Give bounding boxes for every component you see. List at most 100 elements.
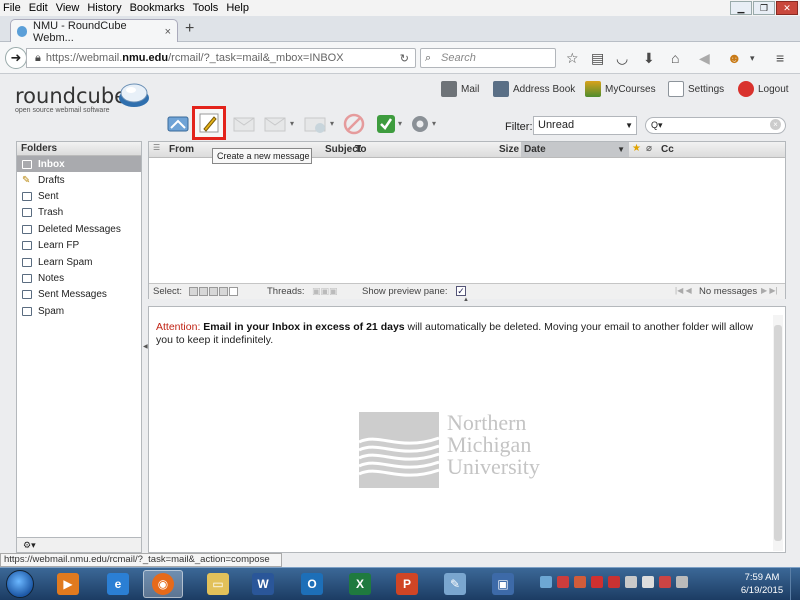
clear-search-icon[interactable]: × <box>770 119 781 130</box>
pane-resize-handle[interactable]: ▲ <box>463 297 469 303</box>
select-all-icon[interactable] <box>189 286 198 296</box>
menu-tools[interactable]: Tools <box>193 2 219 14</box>
menu-history[interactable]: History <box>87 2 121 14</box>
hamburger-menu-icon[interactable]: ≡ <box>776 50 784 66</box>
more-gear-icon[interactable] <box>408 112 432 136</box>
page-first-prev-icon[interactable]: |◀ ◀ <box>675 286 692 295</box>
check-mail-icon[interactable] <box>166 112 190 136</box>
close-window-icon[interactable]: ✕ <box>776 1 798 15</box>
folder-trash[interactable]: Trash <box>17 205 141 221</box>
taskbar-virtualbox[interactable]: ▣ <box>483 570 523 598</box>
bookmark-star-icon[interactable]: ☆ <box>566 50 579 66</box>
column-date[interactable]: Date ▼ <box>521 142 629 157</box>
folder-notes[interactable]: Notes <box>17 270 141 286</box>
restore-icon[interactable]: ❐ <box>753 1 775 15</box>
tray-volume-icon[interactable] <box>659 576 671 588</box>
reply-all-icon[interactable] <box>263 112 287 136</box>
reload-icon[interactable]: ↻ <box>400 52 409 65</box>
back-arrow-icon[interactable]: ➜ <box>5 47 27 69</box>
new-tab-icon[interactable]: + <box>185 20 194 38</box>
taskbar-excel[interactable]: X <box>340 570 380 598</box>
addon-icon[interactable]: ☻ <box>727 50 742 66</box>
tray-alert-icon[interactable] <box>591 576 603 588</box>
minimize-icon[interactable]: ▁ <box>730 1 752 15</box>
taskbar-firefox[interactable]: ◉ <box>143 570 183 598</box>
pocket-icon[interactable]: ◡ <box>616 50 628 66</box>
menu-view[interactable]: View <box>56 2 80 14</box>
thread-buttons-icon[interactable]: ▣▣▣ <box>312 286 338 297</box>
folder-drafts[interactable]: ✎ Drafts <box>17 172 141 188</box>
folder-inbox[interactable]: Inbox <box>17 156 141 172</box>
menu-help[interactable]: Help <box>226 2 249 14</box>
nav-address-book[interactable]: Address Book <box>493 81 575 97</box>
taskbar-explorer[interactable]: ▭ <box>198 570 238 598</box>
mail-search-input[interactable]: Q▾ × <box>645 117 786 134</box>
preview-pane-label: Show preview pane: <box>362 286 448 297</box>
select-unread-icon[interactable] <box>209 286 218 296</box>
menu-file[interactable]: File <box>3 2 21 14</box>
tab-close-icon[interactable]: × <box>165 26 171 38</box>
mark-dropdown-icon[interactable]: ▾ <box>398 119 402 128</box>
select-page-icon[interactable] <box>199 286 208 296</box>
nav-mycourses[interactable]: MyCourses <box>585 81 656 97</box>
more-dropdown-icon[interactable]: ▾ <box>432 119 436 128</box>
forward-dropdown-icon[interactable]: ▾ <box>330 119 334 128</box>
addon-dropdown-icon[interactable]: ▾ <box>750 50 755 66</box>
column-cc[interactable]: Cc <box>661 144 674 155</box>
taskbar-media-player[interactable]: ▶ <box>48 570 88 598</box>
preview-pane-checkbox[interactable]: ✓ <box>456 286 466 297</box>
reply-all-dropdown-icon[interactable]: ▾ <box>290 119 294 128</box>
select-flagged-icon[interactable] <box>219 286 228 296</box>
menu-bookmarks[interactable]: Bookmarks <box>130 2 185 14</box>
url-bar[interactable]: 🔒︎ https://webmail. nmu.edu/rcmail/?_task… <box>26 48 416 68</box>
show-desktop-button[interactable] <box>790 568 800 600</box>
nav-settings[interactable]: Settings <box>668 81 724 97</box>
folder-learn-spam[interactable]: Learn Spam <box>17 254 141 270</box>
start-button[interactable] <box>6 570 34 598</box>
browser-search-input[interactable]: ⌕ Search <box>420 48 556 68</box>
taskbar-outlook[interactable]: O <box>292 570 332 598</box>
tray-security-icon[interactable] <box>557 576 569 588</box>
tray-battery-icon[interactable] <box>642 576 654 588</box>
scrollbar-thumb[interactable] <box>774 325 782 541</box>
filter-select[interactable]: Unread ▼ <box>533 116 637 135</box>
nav-logout[interactable]: Logout <box>738 81 789 97</box>
folder-deleted-messages[interactable]: Deleted Messages <box>17 221 141 237</box>
select-none-icon[interactable] <box>229 286 238 296</box>
reply-icon[interactable] <box>232 112 256 136</box>
folder-actions-gear-icon[interactable]: ⚙▾ <box>16 537 142 553</box>
tray-flag-icon[interactable] <box>625 576 637 588</box>
column-to[interactable]: To <box>355 144 366 155</box>
nav-mail[interactable]: Mail <box>441 81 479 97</box>
home-icon[interactable]: ⌂ <box>671 50 679 66</box>
preview-scrollbar[interactable] <box>773 315 783 551</box>
menu-edit[interactable]: Edit <box>29 2 48 14</box>
forward-icon[interactable] <box>303 112 327 136</box>
download-icon[interactable]: ⬇ <box>643 50 655 66</box>
taskbar-paint[interactable]: ✎ <box>435 570 475 598</box>
taskbar-word[interactable]: W <box>243 570 283 598</box>
tray-network-icon[interactable] <box>540 576 552 588</box>
taskbar-clock[interactable]: 7:59 AM 6/19/2015 <box>738 571 786 597</box>
mail-search-options-icon[interactable]: Q▾ <box>651 120 663 130</box>
list-options-icon[interactable]: ☰ <box>153 143 160 152</box>
page-next-last-icon[interactable]: ▶ ▶| <box>761 286 778 295</box>
reading-list-icon[interactable]: ▤ <box>591 50 604 66</box>
tray-antivirus-icon[interactable] <box>608 576 620 588</box>
column-size[interactable]: Size <box>499 144 519 155</box>
taskbar-internet-explorer[interactable]: e <box>98 570 138 598</box>
folder-sent[interactable]: Sent <box>17 188 141 204</box>
mark-icon[interactable] <box>374 112 398 136</box>
send-icon[interactable]: ◀ <box>699 50 710 66</box>
tray-app-icon[interactable] <box>574 576 586 588</box>
column-from[interactable]: From <box>169 144 194 155</box>
folder-spam[interactable]: Spam <box>17 303 141 319</box>
browser-tab-active[interactable]: NMU - RoundCube Webm... × <box>10 19 178 44</box>
tray-display-icon[interactable] <box>676 576 688 588</box>
folder-sent-messages[interactable]: Sent Messages <box>17 287 141 303</box>
folder-learn-fp[interactable]: Learn FP <box>17 238 141 254</box>
compose-button[interactable] <box>192 106 226 140</box>
delete-icon[interactable] <box>342 112 366 136</box>
sidebar-resize-handle[interactable]: ◀ <box>143 343 148 350</box>
taskbar-powerpoint[interactable]: P <box>387 570 427 598</box>
